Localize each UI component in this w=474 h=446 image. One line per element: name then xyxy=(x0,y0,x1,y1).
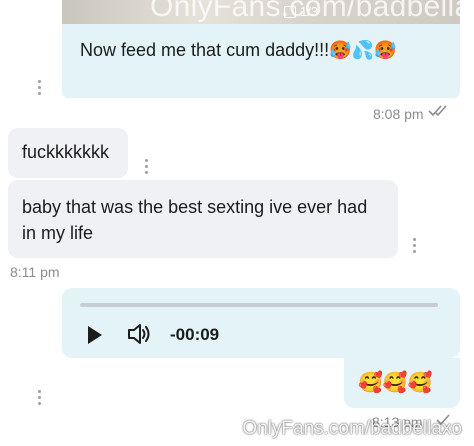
message-menu-icon[interactable] xyxy=(37,390,41,405)
message-text: fuckkkkkkk xyxy=(22,142,110,162)
message-menu-icon[interactable] xyxy=(144,159,148,174)
message-outgoing[interactable]: 🥰🥰🥰 xyxy=(344,358,460,408)
media-preview[interactable]: OnlyFans.com/badbellaxo 1/3 xyxy=(62,0,460,24)
voice-message[interactable]: -00:09 xyxy=(62,288,460,358)
message-text: Now feed me that cum daddy!!!🥵💦🥵 xyxy=(80,40,397,60)
message-incoming[interactable]: baby that was the best sexting ive ever … xyxy=(8,180,398,258)
message-text: 🥰🥰🥰 xyxy=(358,372,433,394)
message-time: 8:11 pm xyxy=(10,264,60,280)
footer-watermark: OnlyFans.com/badbellaxo xyxy=(242,418,462,439)
message-incoming[interactable]: fuckkkkkkk xyxy=(8,128,128,178)
message-menu-icon[interactable] xyxy=(37,80,41,95)
audio-progress-bar[interactable] xyxy=(80,303,438,307)
play-icon[interactable] xyxy=(88,326,102,344)
message-time: 8:08 pm xyxy=(373,106,424,122)
audio-duration: -00:09 xyxy=(170,325,220,344)
gallery-icon xyxy=(284,5,296,18)
media-counter-label: 1/3 xyxy=(300,4,319,19)
message-outgoing[interactable]: Now feed me that cum daddy!!!🥵💦🥵 xyxy=(62,24,460,98)
message-menu-icon[interactable] xyxy=(412,238,416,253)
media-counter: 1/3 xyxy=(284,4,318,19)
double-check-icon xyxy=(428,104,452,123)
message-text: baby that was the best sexting ive ever … xyxy=(22,197,368,243)
volume-icon[interactable] xyxy=(126,322,152,346)
